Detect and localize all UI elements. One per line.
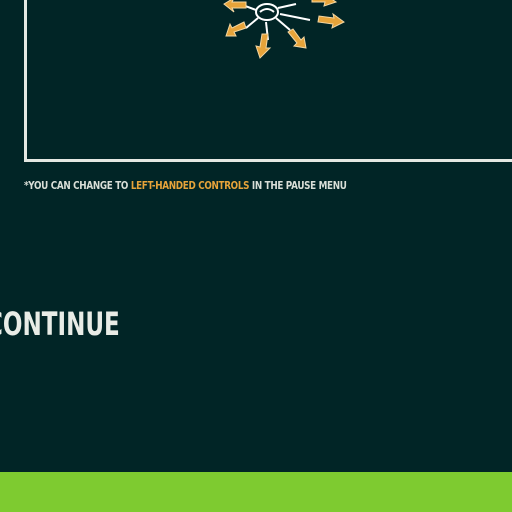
- footnote-highlight: LEFT-HANDED CONTROLS: [130, 179, 250, 192]
- left-handed-controls-footnote: *YOU CAN CHANGE TO LEFT-HANDED CONTROLS …: [24, 178, 347, 194]
- bottom-bar: [0, 472, 512, 512]
- footnote-prefix: *YOU CAN CHANGE TO: [24, 179, 131, 192]
- continue-button[interactable]: CONTINUE: [0, 304, 120, 344]
- tutorial-screen: *YOU CAN CHANGE TO LEFT-HANDED CONTROLS …: [0, 0, 512, 512]
- footnote-suffix: IN THE PAUSE MENU: [249, 179, 347, 192]
- swipe-direction-arrows-icon: [218, 0, 348, 66]
